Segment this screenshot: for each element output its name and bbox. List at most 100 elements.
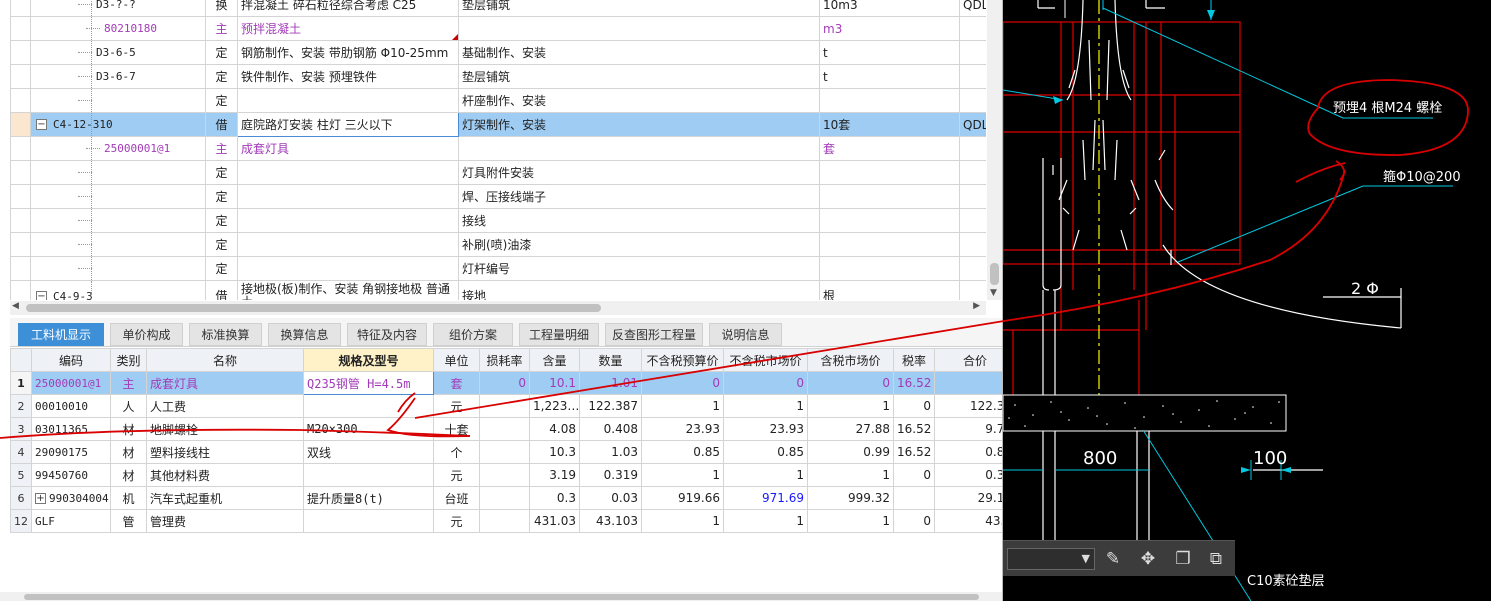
name-cell[interactable]: [237, 256, 459, 281]
scroll-thumb[interactable]: [24, 594, 979, 600]
loss-cell[interactable]: [479, 509, 530, 533]
work-content-cell[interactable]: 灯具附件安装: [458, 160, 820, 185]
type-cell[interactable]: 定: [205, 88, 238, 113]
bottom-horizontal-scrollbar[interactable]: [0, 592, 1002, 601]
name-cell[interactable]: 地脚螺栓: [146, 417, 304, 441]
total-cell[interactable]: 122.39: [934, 394, 1002, 418]
work-content-cell[interactable]: 接线: [458, 208, 820, 233]
type-cell[interactable]: 定: [205, 64, 238, 89]
work-content-cell[interactable]: 灯架制作、安装: [458, 112, 820, 137]
type-cell[interactable]: 材: [110, 463, 147, 487]
scroll-thumb[interactable]: [26, 304, 601, 312]
name-cell[interactable]: 庭院路灯安装 柱灯 三火以下: [237, 112, 459, 137]
spec-cell[interactable]: [303, 394, 434, 418]
spec-cell[interactable]: 双线: [303, 440, 434, 464]
tab-9[interactable]: 说明信息: [709, 323, 782, 346]
p2-cell[interactable]: 23.93: [723, 417, 808, 441]
code-cell[interactable]: 80210180: [30, 16, 206, 41]
code-cell[interactable]: [30, 160, 206, 185]
resource-row[interactable]: 6 +990304004 机汽车式起重机 提升质量8(t) 台班 0.3 0.03 919.6…: [10, 486, 1002, 510]
tab-2[interactable]: 单价构成: [110, 323, 183, 346]
code-cell[interactable]: 99450760: [31, 463, 111, 487]
type-cell[interactable]: 机: [110, 486, 147, 510]
expand-toggle-icon[interactable]: +: [35, 493, 46, 504]
name-cell[interactable]: 管理费: [146, 509, 304, 533]
qty-cell[interactable]: 0.3: [529, 486, 580, 510]
scroll-right-arrow-icon[interactable]: ▶: [973, 301, 980, 311]
work-content-cell[interactable]: [458, 16, 820, 41]
tax-cell[interactable]: 0: [893, 394, 935, 418]
unit-cell[interactable]: 10套: [819, 112, 960, 137]
p1-cell[interactable]: 1: [641, 463, 724, 487]
row-number[interactable]: 1: [10, 371, 32, 395]
tag-cell[interactable]: [959, 208, 986, 233]
loss-cell[interactable]: [479, 486, 530, 510]
type-cell[interactable]: 定: [205, 160, 238, 185]
p1-cell[interactable]: 1: [641, 394, 724, 418]
quota-row[interactable]: 定 焊、压接线端子: [10, 184, 986, 209]
type-cell[interactable]: 材: [110, 417, 147, 441]
p3-cell[interactable]: 27.88: [807, 417, 894, 441]
tag-cell[interactable]: [959, 88, 986, 113]
tag-cell[interactable]: [959, 136, 986, 161]
quota-row[interactable]: 80210180 主预拌混凝土 m3: [10, 16, 986, 41]
p3-cell[interactable]: 1: [807, 509, 894, 533]
code-cell[interactable]: D3-6-7: [30, 64, 206, 89]
tax-cell[interactable]: 16.52: [893, 417, 935, 441]
amount-cell[interactable]: 122.387: [579, 394, 642, 418]
name-cell[interactable]: [237, 160, 459, 185]
p2-cell[interactable]: 971.69: [723, 486, 808, 510]
tag-cell[interactable]: [959, 184, 986, 209]
row-indicator[interactable]: [10, 208, 31, 233]
code-cell[interactable]: GLF: [31, 509, 111, 533]
loss-cell[interactable]: 0: [479, 371, 530, 395]
code-cell[interactable]: 25000001@1: [31, 371, 111, 395]
column-header[interactable]: 合价: [934, 348, 1002, 372]
layer-dropdown[interactable]: ▼: [1007, 548, 1095, 570]
loss-cell[interactable]: [479, 440, 530, 464]
p1-cell[interactable]: 919.66: [641, 486, 724, 510]
unit-cell[interactable]: t: [819, 64, 960, 89]
name-cell[interactable]: [237, 184, 459, 209]
type-cell[interactable]: 人: [110, 394, 147, 418]
name-cell[interactable]: 塑料接线柱: [146, 440, 304, 464]
code-cell[interactable]: [30, 184, 206, 209]
type-cell[interactable]: 定: [205, 208, 238, 233]
resource-row[interactable]: 1 25000001@1 主成套灯具 Q235钢管 H=4.5m 套 0 10.1 1.01 0…: [10, 371, 1002, 395]
p3-cell[interactable]: 0.99: [807, 440, 894, 464]
qty-cell[interactable]: 3.19: [529, 463, 580, 487]
tax-cell[interactable]: 16.52: [893, 440, 935, 464]
vertical-scrollbar[interactable]: ▼: [987, 0, 1002, 300]
type-cell[interactable]: 定: [205, 40, 238, 65]
total-cell[interactable]: 29.15: [934, 486, 1002, 510]
code-cell[interactable]: 25000001@1: [30, 136, 206, 161]
resource-row[interactable]: 4 29090175 材塑料接线柱 双线个 10.3 1.03 0.85 0.85 0.99 16…: [10, 440, 1002, 464]
loss-cell[interactable]: [479, 417, 530, 441]
row-number[interactable]: 4: [10, 440, 32, 464]
row-indicator[interactable]: [10, 184, 31, 209]
unit-cell[interactable]: 10m3: [819, 0, 960, 17]
row-indicator[interactable]: [10, 256, 31, 281]
unit-cell[interactable]: 个: [433, 440, 480, 464]
resource-row[interactable]: 12GLF管管理费元431.0343.103111043.1: [10, 509, 1002, 533]
total-cell[interactable]: 0.88: [934, 440, 1002, 464]
tag-cell[interactable]: [959, 232, 986, 257]
name-cell[interactable]: [237, 208, 459, 233]
row-indicator[interactable]: [10, 64, 31, 89]
code-cell[interactable]: 29090175: [31, 440, 111, 464]
unit-cell[interactable]: 元: [433, 509, 480, 533]
type-cell[interactable]: 主: [205, 136, 238, 161]
name-cell[interactable]: 成套灯具: [237, 136, 459, 161]
unit-cell[interactable]: 元: [433, 463, 480, 487]
type-cell[interactable]: 借: [205, 112, 238, 137]
edit-icon[interactable]: ✎: [1101, 547, 1125, 571]
row-number[interactable]: 5: [10, 463, 32, 487]
type-cell[interactable]: 主: [110, 371, 147, 395]
column-header[interactable]: 数量: [579, 348, 642, 372]
row-indicator[interactable]: [10, 280, 31, 300]
quota-row[interactable]: −C4-9-3借接地极(板)制作、安装 角钢接地极 普通土接地根: [10, 280, 986, 300]
p2-cell[interactable]: 1: [723, 509, 808, 533]
qty-cell[interactable]: 10.3: [529, 440, 580, 464]
column-header[interactable]: 单位: [433, 348, 480, 372]
code-cell[interactable]: D3-?-?: [30, 0, 206, 17]
